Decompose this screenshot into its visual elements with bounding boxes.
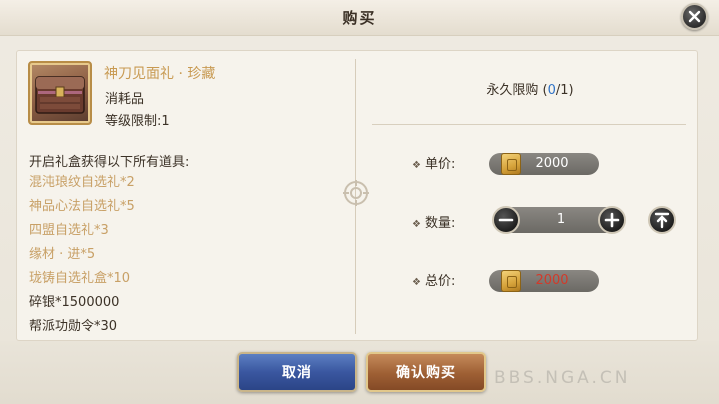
gift-item: 混沌琅纹自选礼*2 — [29, 175, 135, 190]
gift-item: 四盟自选礼*3 — [29, 223, 109, 238]
purchase-limit: 永久限购 (0/1) — [362, 79, 698, 98]
cancel-button[interactable]: 取消 — [237, 352, 357, 392]
gift-item: 珑铸自选礼盒*10 — [29, 271, 131, 286]
gold-ticket-icon — [501, 153, 521, 175]
quantity-label-text: 数量: — [424, 216, 456, 231]
unit-price-label-text: 单价: — [424, 157, 456, 172]
plus-icon — [604, 212, 620, 228]
item-info-section: 神刀见面礼 · 珍藏 消耗品 等级限制:1 开启礼盒获得以下所有道具: 混沌琅纹… — [17, 51, 355, 342]
decrease-button[interactable] — [492, 206, 520, 234]
gift-item: 神品心法自选礼*5 — [29, 199, 135, 214]
increase-button[interactable] — [598, 206, 626, 234]
quantity-label: ❖ 数量: — [412, 216, 456, 231]
dialog-title: 购买 — [342, 9, 377, 27]
total-price-label: ❖ 总价: — [412, 274, 456, 289]
max-quantity-button[interactable] — [648, 206, 676, 234]
unit-price-label: ❖ 单价: — [412, 157, 456, 172]
gift-contents-header: 开启礼盒获得以下所有道具: — [29, 155, 190, 170]
gift-item: 帮派功勋令*30 — [29, 319, 118, 334]
total-price-label-text: 总价: — [424, 274, 456, 289]
minus-icon — [498, 218, 514, 222]
limit-current: 0 — [547, 83, 556, 98]
gold-ticket-icon — [501, 270, 521, 292]
confirm-purchase-button[interactable]: 确认购买 — [366, 352, 486, 392]
gift-item: 缘材 · 进*5 — [29, 247, 96, 262]
title-bar: 购买 — [0, 0, 719, 36]
gift-chest-icon[interactable] — [28, 61, 92, 125]
gift-item: 碎银*1500000 — [29, 295, 120, 310]
item-level-limit: 等级限制:1 — [105, 114, 170, 129]
item-type: 消耗品 — [105, 92, 145, 107]
close-icon — [688, 10, 701, 23]
purchase-section: 永久限购 (0/1) ❖ 单价: 2000 ❖ 数量: 1 ❖ 总价: 2000 — [362, 51, 698, 342]
purchase-dialog: 购买 神刀见面礼 · 珍藏 消耗品 等级限制:1 开启礼盒获得以下所有道具: 混… — [0, 0, 719, 404]
max-icon — [654, 212, 670, 229]
limit-suffix: /1) — [555, 83, 574, 98]
limit-prefix: 永久限购 ( — [486, 83, 548, 98]
item-name: 神刀见面礼 · 珍藏 — [104, 66, 216, 82]
gift-contents-list: 混沌琅纹自选礼*2 神品心法自选礼*5 四盟自选礼*3 缘材 · 进*5 珑铸自… — [29, 173, 135, 341]
content-panel: 神刀见面礼 · 珍藏 消耗品 等级限制:1 开启礼盒获得以下所有道具: 混沌琅纹… — [16, 50, 698, 341]
close-button[interactable] — [681, 3, 708, 30]
horizontal-divider — [372, 124, 686, 125]
watermark: BBS.NGA.CN — [494, 368, 631, 388]
